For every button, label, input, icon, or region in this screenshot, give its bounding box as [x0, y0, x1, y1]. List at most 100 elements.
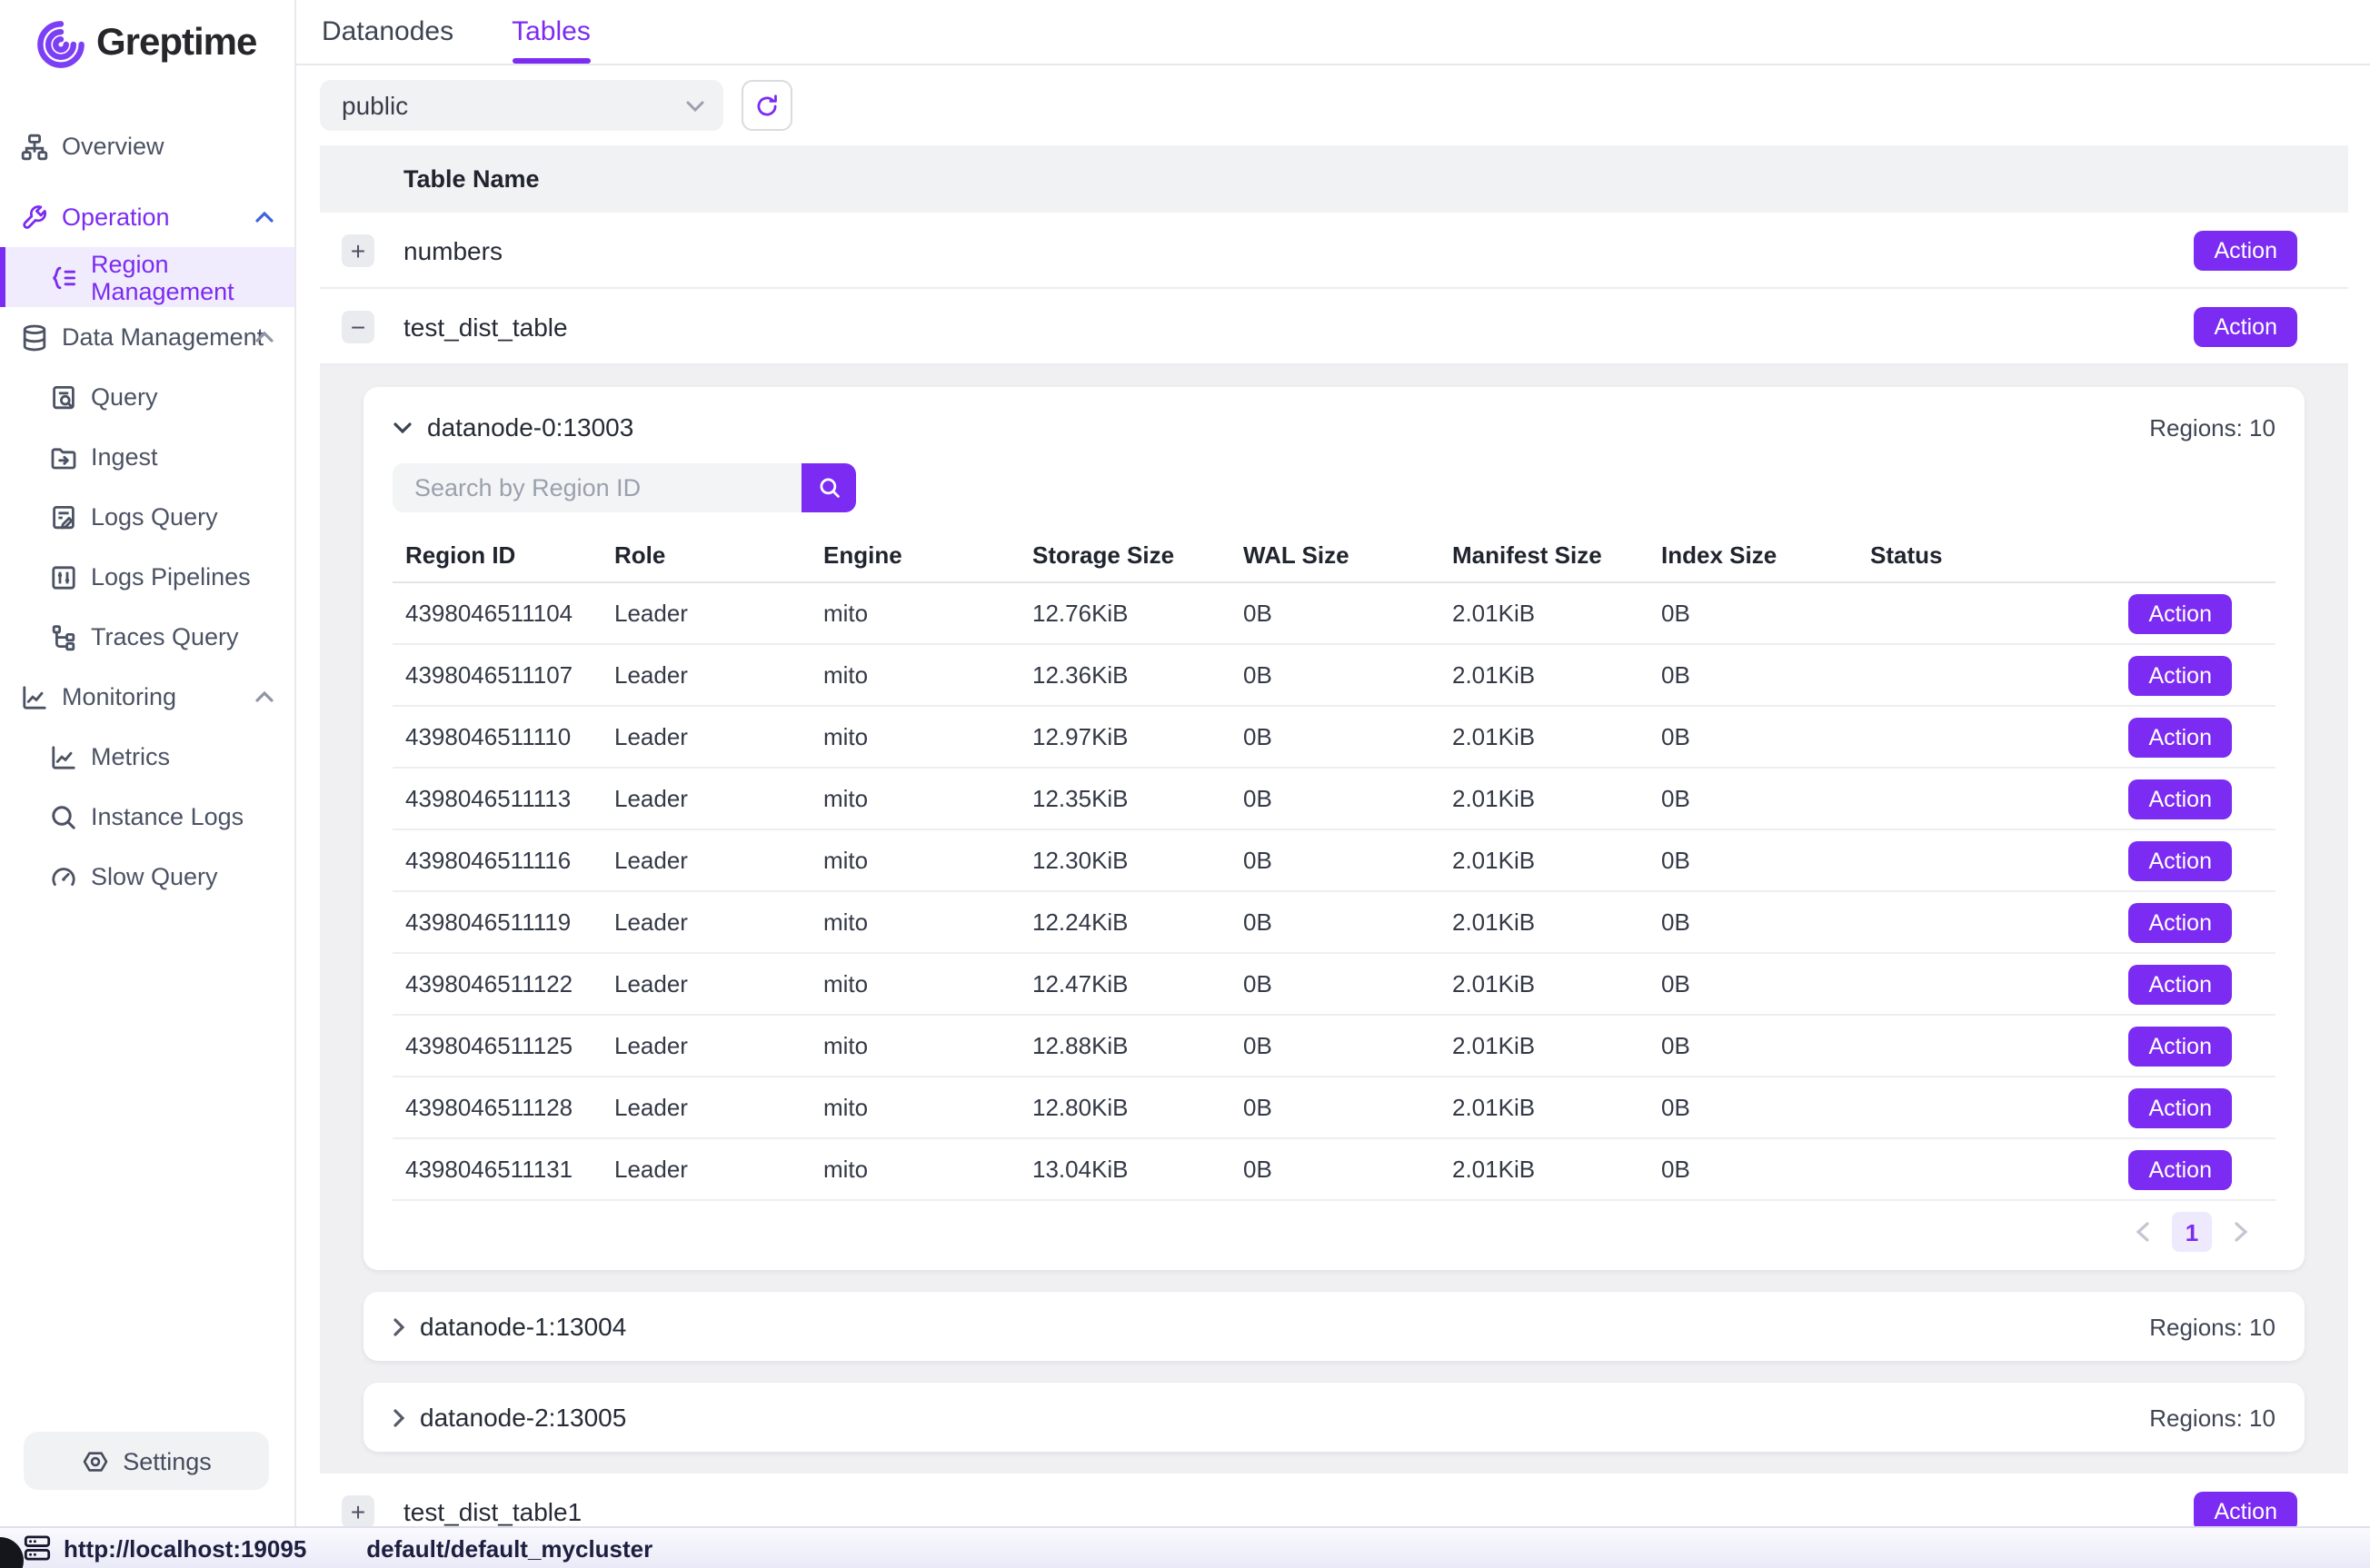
col-index-size: Index Size [1648, 541, 1857, 568]
sidebar-item-monitoring[interactable]: Monitoring [0, 667, 294, 727]
region-role: Leader [602, 661, 811, 689]
sidebar-item-traces-query[interactable]: Traces Query [0, 607, 294, 667]
datanode-expand-area: datanode-0:13003 Regions: 10 Region ID [320, 365, 2348, 1474]
sidebar-item-query[interactable]: Query [0, 367, 294, 427]
greptime-spiral-icon [36, 19, 85, 68]
document-search-icon [49, 382, 80, 412]
sidebar-item-data-management[interactable]: Data Management [0, 307, 294, 367]
chevron-up-icon[interactable] [254, 690, 274, 703]
refresh-button[interactable] [742, 80, 792, 131]
tab-tables[interactable]: Tables [512, 0, 591, 64]
collapse-button[interactable]: − [342, 310, 374, 342]
region-role: Leader [602, 785, 811, 812]
datanode-0-header[interactable]: datanode-0:13003 Regions: 10 [393, 412, 2275, 442]
region-wal: 0B [1230, 908, 1439, 936]
region-search-input[interactable] [393, 463, 802, 512]
region-id: 4398046511113 [393, 785, 602, 812]
pagination: 1 [393, 1208, 2275, 1255]
metrics-chart-icon [49, 741, 80, 772]
action-button[interactable]: Action [2129, 902, 2233, 942]
table-name-header-label: Table Name [403, 165, 540, 193]
chevron-up-icon[interactable] [254, 211, 274, 223]
region-role: Leader [602, 1032, 811, 1059]
region-row: 4398046511131 Leader mito 13.04KiB 0B 2.… [393, 1139, 2275, 1201]
action-button[interactable]: Action [2195, 1491, 2298, 1526]
region-wal: 0B [1230, 1156, 1439, 1183]
sidebar-item-label: Operation [62, 203, 170, 231]
sidebar-item-logs-query[interactable]: Logs Query [0, 487, 294, 547]
action-button[interactable]: Action [2129, 655, 2233, 695]
action-button[interactable]: Action [2195, 230, 2298, 270]
action-button[interactable]: Action [2129, 779, 2233, 819]
table-row-test-dist-table: − test_dist_table Action [320, 289, 2348, 365]
region-storage: 12.97KiB [1020, 723, 1230, 750]
chevron-up-icon[interactable] [254, 331, 274, 343]
action-button[interactable]: Action [2129, 1149, 2233, 1189]
next-page-button[interactable] [2234, 1221, 2248, 1243]
sidebar-item-region-management[interactable]: Region Management [0, 247, 294, 307]
prev-page-button[interactable] [2136, 1221, 2150, 1243]
tab-datanodes[interactable]: Datanodes [322, 0, 453, 64]
col-region-id: Region ID [393, 541, 602, 568]
action-button[interactable]: Action [2129, 964, 2233, 1004]
sidebar-item-slow-query[interactable]: Slow Query [0, 847, 294, 907]
sidebar-item-ingest[interactable]: Ingest [0, 427, 294, 487]
region-id: 4398046511116 [393, 847, 602, 874]
datanode-2-card[interactable]: datanode-2:13005 Regions: 10 [363, 1383, 2305, 1452]
datanode-title: datanode-0:13003 [427, 412, 633, 442]
action-button[interactable]: Action [2129, 1026, 2233, 1066]
region-row: 4398046511119 Leader mito 12.24KiB 0B 2.… [393, 892, 2275, 954]
action-button[interactable]: Action [2129, 717, 2233, 757]
sidebar-nav: Overview Operation Region Management [0, 87, 294, 907]
sidebar-item-logs-pipelines[interactable]: Logs Pipelines [0, 547, 294, 607]
server-url[interactable]: http://localhost:19095 [64, 1534, 306, 1562]
page-number[interactable]: 1 [2172, 1212, 2212, 1252]
region-engine: mito [811, 847, 1020, 874]
datanode-0-card: datanode-0:13003 Regions: 10 Region ID [363, 387, 2305, 1270]
sidebar-item-overview[interactable]: Overview [0, 116, 294, 176]
cluster-name[interactable]: default/default_mycluster [366, 1534, 652, 1562]
tree-branch-icon [49, 621, 80, 652]
line-chart-icon [20, 681, 51, 712]
col-wal-size: WAL Size [1230, 541, 1439, 568]
region-index: 0B [1648, 970, 1857, 997]
region-manifest: 2.01KiB [1439, 600, 1648, 627]
settings-button[interactable]: Settings [24, 1432, 269, 1490]
schema-select[interactable]: public [320, 80, 723, 131]
sidebar-item-label: Instance Logs [91, 803, 244, 830]
region-engine: mito [811, 1032, 1020, 1059]
datanode-1-card[interactable]: datanode-1:13004 Regions: 10 [363, 1292, 2305, 1361]
sidebar-item-label: Metrics [91, 743, 170, 770]
datanode-title: datanode-2:13005 [420, 1403, 626, 1432]
region-engine: mito [811, 785, 1020, 812]
action-button[interactable]: Action [2129, 840, 2233, 880]
brand-name: Greptime [96, 22, 256, 65]
region-row: 4398046511110 Leader mito 12.97KiB 0B 2.… [393, 707, 2275, 769]
region-role: Leader [602, 723, 811, 750]
action-button[interactable]: Action [2129, 1087, 2233, 1127]
region-manifest: 2.01KiB [1439, 847, 1648, 874]
sidebar-item-label: Slow Query [91, 863, 218, 890]
sidebar-item-metrics[interactable]: Metrics [0, 727, 294, 787]
search-button[interactable] [802, 463, 856, 512]
region-index: 0B [1648, 723, 1857, 750]
region-engine: mito [811, 1094, 1020, 1121]
region-id: 4398046511125 [393, 1032, 602, 1059]
action-button[interactable]: Action [2129, 593, 2233, 633]
region-manifest: 2.01KiB [1439, 1032, 1648, 1059]
action-button[interactable]: Action [2195, 306, 2298, 346]
expand-button[interactable]: + [342, 233, 374, 266]
region-wal: 0B [1230, 1032, 1439, 1059]
sliders-icon [49, 561, 80, 592]
sidebar-item-instance-logs[interactable]: Instance Logs [0, 787, 294, 847]
expand-button[interactable]: + [342, 1494, 374, 1526]
chevron-right-icon [393, 1407, 405, 1427]
region-id: 4398046511122 [393, 970, 602, 997]
region-storage: 12.88KiB [1020, 1032, 1230, 1059]
sidebar-item-operation[interactable]: Operation [0, 187, 294, 247]
sidebar-item-label: Overview [62, 133, 164, 160]
region-engine: mito [811, 908, 1020, 936]
chevron-down-icon [685, 99, 705, 112]
region-index: 0B [1648, 1094, 1857, 1121]
region-engine: mito [811, 1156, 1020, 1183]
